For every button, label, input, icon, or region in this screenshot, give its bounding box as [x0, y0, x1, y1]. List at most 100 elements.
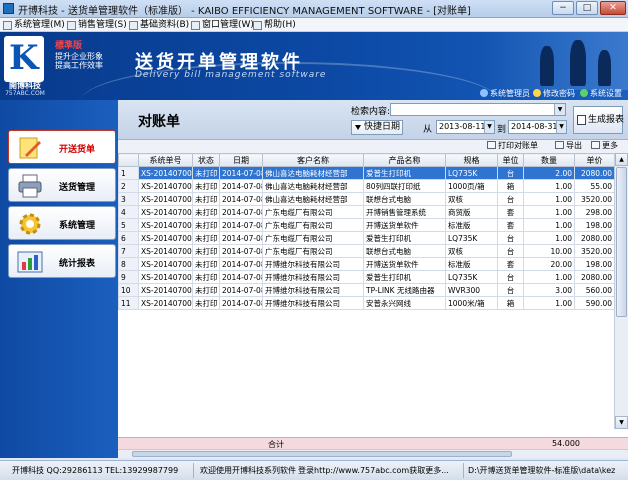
scroll-up-icon[interactable]: ▲ [615, 153, 628, 166]
table-cell: 未打印 [192, 296, 220, 310]
table-cell: 套 [497, 205, 524, 219]
table-cell: 未打印 [192, 166, 220, 180]
table-cell: TP-LINK 无线路由器 [363, 283, 446, 297]
chevron-down-icon: ▼ [556, 121, 566, 133]
menu-basic-data[interactable]: 基础资料(B) [128, 19, 189, 31]
grid-toolbar: 打印对账单 导出 更多 [118, 140, 628, 153]
table-row[interactable]: 7 XS-201407004 未打印 2014-07-08 广东电缆厂有限公司 联想台式电… [118, 244, 615, 258]
scroll-thumb[interactable] [616, 167, 627, 317]
sidebar-item-delivery-management[interactable]: 送货管理 [8, 168, 116, 202]
scroll-down-icon[interactable]: ▼ [615, 416, 628, 429]
total-row: 合计 54.000 [118, 437, 628, 449]
sidebar-item-statistics-report[interactable]: 统计报表 [8, 244, 116, 278]
menu-system[interactable]: 系统管理(M) [2, 19, 65, 31]
column-header[interactable]: 客户名称 [262, 153, 364, 167]
table-cell: 9 [118, 270, 139, 284]
table-cell: 10.00 [523, 244, 575, 258]
vertical-scrollbar[interactable]: ▲ ▼ [614, 153, 628, 429]
table-cell: 3.00 [523, 283, 575, 297]
table-body: 1 XS-201407002 未打印 2014-07-08 佛山喜达电脑耗材经营部 爱普生… [118, 166, 615, 310]
maximize-button[interactable]: □ [576, 1, 598, 15]
sidebar-item-create-delivery[interactable]: 开送货单 [8, 130, 116, 164]
horizontal-scrollbar[interactable] [118, 449, 628, 458]
table-cell: 1.00 [523, 218, 575, 232]
column-header[interactable]: 单价 [574, 153, 615, 167]
sidebar-item-label: 送货管理 [59, 183, 96, 193]
table-cell: 2014-07-08 [219, 166, 263, 180]
link-system-settings[interactable]: 系统设置 [580, 88, 622, 99]
table-cell: 开博送货单软件 [363, 257, 446, 271]
export-button[interactable]: 导出 [555, 140, 582, 151]
table-cell: 2080.00 [574, 231, 615, 245]
statement-table: 系统单号 状态 日期 客户名称 产品名称 规格 单位 数量 单价 1 XS-201407002 未打… [118, 153, 628, 429]
column-header[interactable]: 日期 [219, 153, 263, 167]
scroll-thumb[interactable] [132, 451, 512, 457]
status-divider [463, 463, 464, 478]
column-header[interactable]: 产品名称 [363, 153, 446, 167]
export-icon [555, 141, 564, 149]
table-cell: XS-201407002 [138, 192, 193, 206]
table-cell: 2014-07-08 [219, 179, 263, 193]
help-menu-icon [253, 21, 262, 30]
table-cell: 2014-07-08 [219, 296, 263, 310]
banner: K 開博科技 757ABC.COM 標準版 提升企业形象 提高工作效率 送货开单… [0, 32, 628, 100]
menu-sales[interactable]: 销售管理(S) [66, 19, 127, 31]
column-header[interactable]: 规格 [445, 153, 498, 167]
printer-icon [18, 174, 42, 198]
table-row[interactable]: 11 XS-201407005 未打印 2014-07-08 开博维尔科技有限公司 安普永… [118, 296, 615, 310]
table-row[interactable]: 10 XS-201407005 未打印 2014-07-08 开博维尔科技有限公司 TP-… [118, 283, 615, 297]
table-cell: 未打印 [192, 231, 220, 245]
table-row[interactable]: 8 XS-201407001 未打印 2014-07-08 开博维尔科技有限公司 开博送货… [118, 257, 615, 271]
column-header[interactable]: 数量 [523, 153, 575, 167]
minimize-button[interactable]: − [552, 1, 574, 15]
table-cell: 1000米/箱 [445, 296, 498, 310]
table-row[interactable]: 9 XS-201407005 未打印 2014-07-08 开博维尔科技有限公司 爱普生打… [118, 270, 615, 284]
menu-window[interactable]: 窗口管理(W) [190, 19, 254, 31]
status-company: 开博科技 QQ:29286113 TEL:13929987799 [12, 466, 179, 475]
table-row[interactable]: 5 XS-201407003 未打印 2014-07-08 广东电缆厂有限公司 开博送货单… [118, 218, 615, 232]
from-date-picker[interactable]: 2013-08-11 ▼ [436, 120, 495, 134]
close-button[interactable]: ✕ [600, 1, 626, 15]
link-password-label: 修改密码 [543, 89, 575, 98]
table-row[interactable]: 3 XS-201407002 未打印 2014-07-08 佛山喜达电脑耗材经营部 联想台… [118, 192, 615, 206]
gear-icon [19, 213, 41, 235]
print-label: 打印对账单 [498, 141, 538, 150]
table-cell: XS-201407002 [138, 179, 193, 193]
column-header[interactable]: 单位 [497, 153, 524, 167]
menu-help[interactable]: 帮助(H) [252, 19, 296, 31]
table-cell: 4 [118, 205, 139, 219]
edition-badge: 標準版 [55, 41, 83, 51]
table-cell: 1 [118, 166, 139, 180]
chevron-down-icon[interactable]: ▼ [554, 104, 565, 115]
to-date-picker[interactable]: 2014-08-31 ▼ [508, 120, 567, 134]
column-header[interactable]: 系统单号 [138, 153, 193, 167]
to-label: 到 [497, 125, 507, 135]
table-cell: 广东电缆厂有限公司 [262, 244, 364, 258]
sidebar-item-system-management[interactable]: 系统管理 [8, 206, 116, 240]
menu-label: 帮助(H) [264, 20, 296, 30]
menu-bar: 系统管理(M) 销售管理(S) 基础资料(B) 窗口管理(W) 帮助(H) [0, 18, 628, 32]
search-input[interactable] [390, 103, 566, 116]
link-admin[interactable]: 系统管理员 [480, 88, 530, 99]
status-login-link[interactable]: 登录http://www.757abc.com获取更多... [298, 465, 460, 476]
table-cell: LQ735K [445, 166, 498, 180]
table-row[interactable]: 6 XS-201407004 未打印 2014-07-08 广东电缆厂有限公司 爱普生打印… [118, 231, 615, 245]
table-row[interactable]: 4 XS-201407003 未打印 2014-07-08 广东电缆厂有限公司 开博销售管… [118, 205, 615, 219]
table-cell: 1.00 [523, 296, 575, 310]
table-cell: 1.00 [523, 192, 575, 206]
table-cell: 标准版 [445, 218, 498, 232]
column-header[interactable] [118, 153, 139, 167]
table-cell: 爱普生打印机 [363, 270, 446, 284]
table-cell: 开博维尔科技有限公司 [262, 296, 364, 310]
table-row[interactable]: 2 XS-201407002 未打印 2014-07-08 佛山喜达电脑耗材经营部 80列… [118, 179, 615, 193]
column-header[interactable]: 状态 [192, 153, 220, 167]
more-button[interactable]: 更多 [591, 140, 618, 151]
sidebar-item-label: 统计报表 [59, 259, 96, 269]
link-change-password[interactable]: 修改密码 [533, 88, 575, 99]
menu-label: 窗口管理(W) [202, 20, 254, 30]
quick-date-button[interactable]: 快捷日期 [351, 120, 403, 135]
sales-menu-icon [67, 21, 76, 30]
print-statement-button[interactable]: 打印对账单 [487, 140, 538, 151]
table-row[interactable]: 1 XS-201407002 未打印 2014-07-08 佛山喜达电脑耗材经营部 爱普生… [118, 166, 615, 180]
generate-report-button[interactable]: 生成报表 [573, 106, 624, 134]
